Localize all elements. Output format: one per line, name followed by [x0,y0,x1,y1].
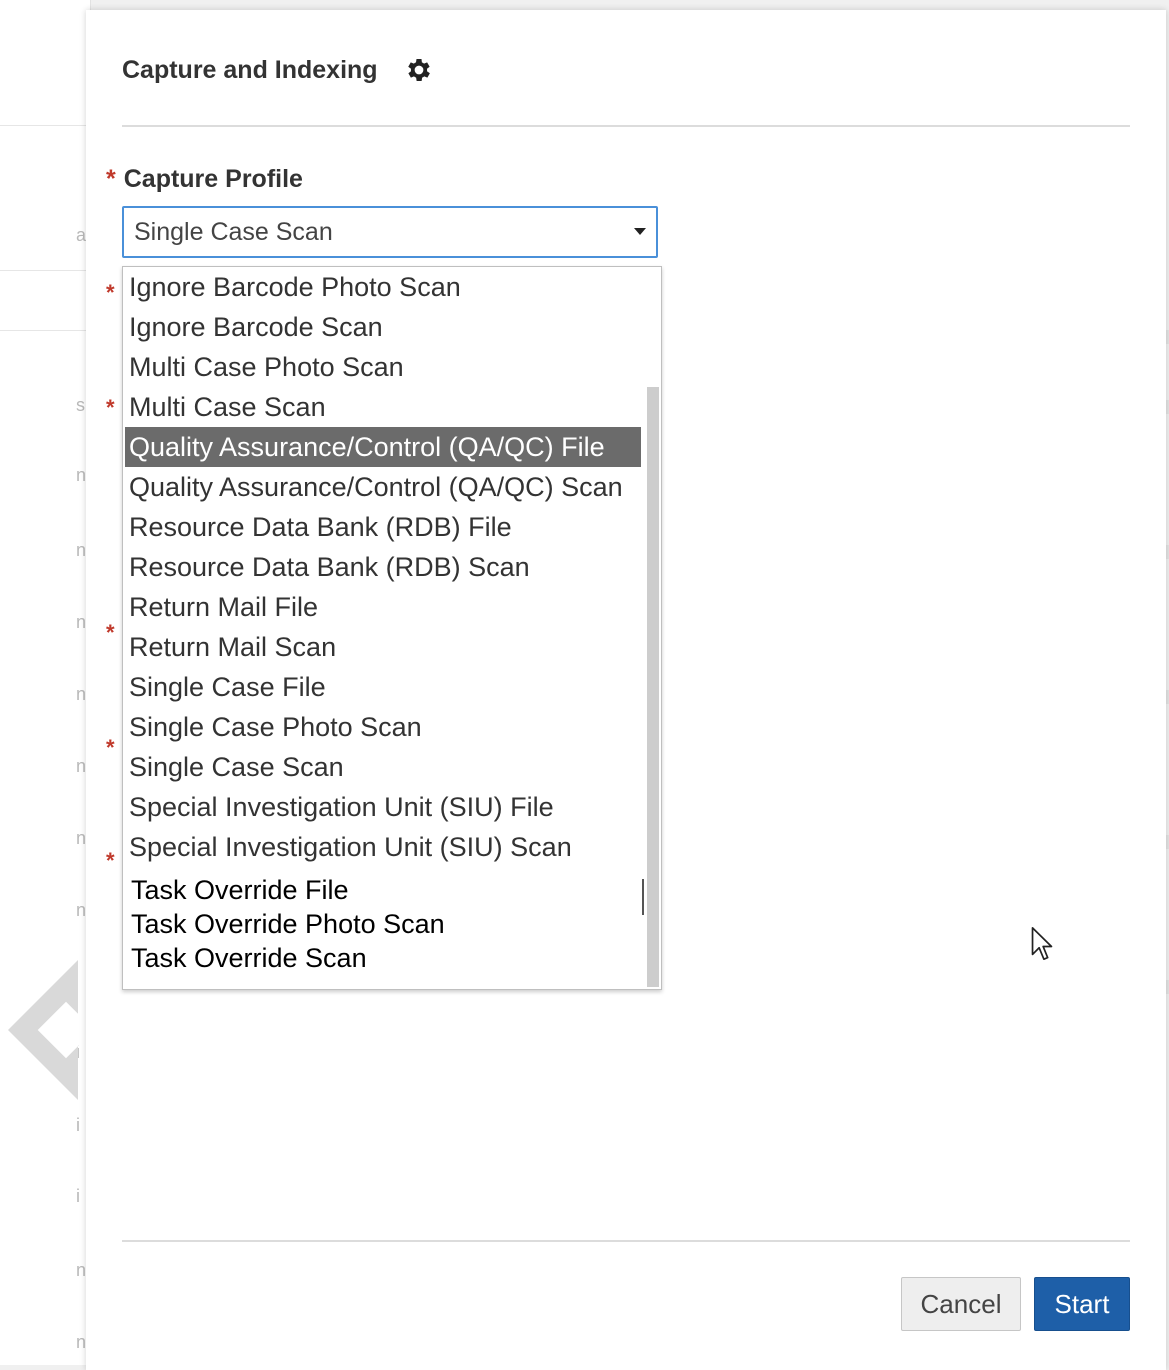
dropdown-option[interactable]: Task Override Scan [125,941,641,975]
bg-text-fragment: i [76,1115,80,1135]
capture-profile-select[interactable]: Single Case Scan [122,206,658,258]
capture-indexing-dialog: Capture and Indexing * Capture Profile Si… [86,10,1166,1370]
capture-profile-label-text: Capture Profile [123,165,303,193]
dropdown-option[interactable]: Multi Case Photo Scan [125,347,641,387]
dropdown-option[interactable]: Single Case Scan [125,747,641,787]
bg-text-fragment: n [76,612,87,632]
dropdown-scrollbar[interactable] [645,267,661,989]
required-marker: * [106,848,115,873]
capture-profile-selected-value: Single Case Scan [134,217,333,246]
required-marker: * [106,280,115,305]
bg-text-fragment: i [76,1186,80,1206]
capture-profile-dropdown-list[interactable]: Ignore Barcode Photo Scan Ignore Barcode… [122,266,662,990]
start-button[interactable]: Start [1034,1277,1130,1331]
dropdown-option[interactable]: Resource Data Bank (RDB) File [125,507,641,547]
bg-text-fragment: a [76,225,87,245]
footer-divider [122,1240,1130,1242]
dropdown-option[interactable]: Special Investigation Unit (SIU) Scan [125,827,641,867]
dialog-title: Capture and Indexing [122,55,378,84]
dropdown-option[interactable]: Ignore Barcode Scan [125,307,641,347]
cancel-button[interactable]: Cancel [901,1277,1021,1331]
required-marker: * [106,735,115,760]
required-marker: * [106,395,115,420]
dropdown-option[interactable]: Task Override File [125,873,641,907]
bg-divider [0,330,90,331]
dropdown-option[interactable]: Single Case File [125,667,641,707]
bg-text-fragment: n [76,900,87,920]
bg-text-fragment: n [76,684,87,704]
bg-text-fragment: n [76,1260,87,1280]
bg-text-fragment: n [76,465,87,485]
dropdown-option[interactable]: Special Investigation Unit (SIU) File [125,787,641,827]
dropdown-option[interactable]: Multi Case Scan [125,387,641,427]
capture-profile-label: * Capture Profile [106,165,303,194]
dropdown-option[interactable]: Task Override Photo Scan [125,907,641,941]
dropdown-option[interactable]: Resource Data Bank (RDB) Scan [125,547,641,587]
scrollbar-thumb[interactable] [647,387,659,987]
bg-divider [0,270,90,271]
dropdown-option[interactable]: Return Mail File [125,587,641,627]
bg-text-fragment: n [76,1332,87,1352]
bg-text-fragment: n [76,540,87,560]
required-marker: * [106,165,116,193]
dropdown-option[interactable]: Single Case Photo Scan [125,707,641,747]
bg-text-fragment: s [76,395,85,415]
text-caret [642,879,644,915]
bg-text-fragment: n [76,828,87,848]
chevron-down-icon [634,228,646,235]
bg-text-fragment: n [76,756,87,776]
gear-icon[interactable] [404,55,434,85]
mouse-pointer-icon [1031,927,1053,961]
dropdown-option[interactable]: Ignore Barcode Photo Scan [125,267,641,307]
required-marker: * [106,620,115,645]
bg-divider [0,125,90,126]
background-page: a s n n n n n n n i i i n n [0,0,91,1365]
dropdown-option[interactable]: Return Mail Scan [125,627,641,667]
dropdown-option[interactable]: Quality Assurance/Control (QA/QC) Scan [125,467,641,507]
header-divider [122,125,1130,127]
dropdown-option-highlighted[interactable]: Quality Assurance/Control (QA/QC) File [125,427,641,467]
dialog-header: Capture and Indexing [122,55,434,85]
